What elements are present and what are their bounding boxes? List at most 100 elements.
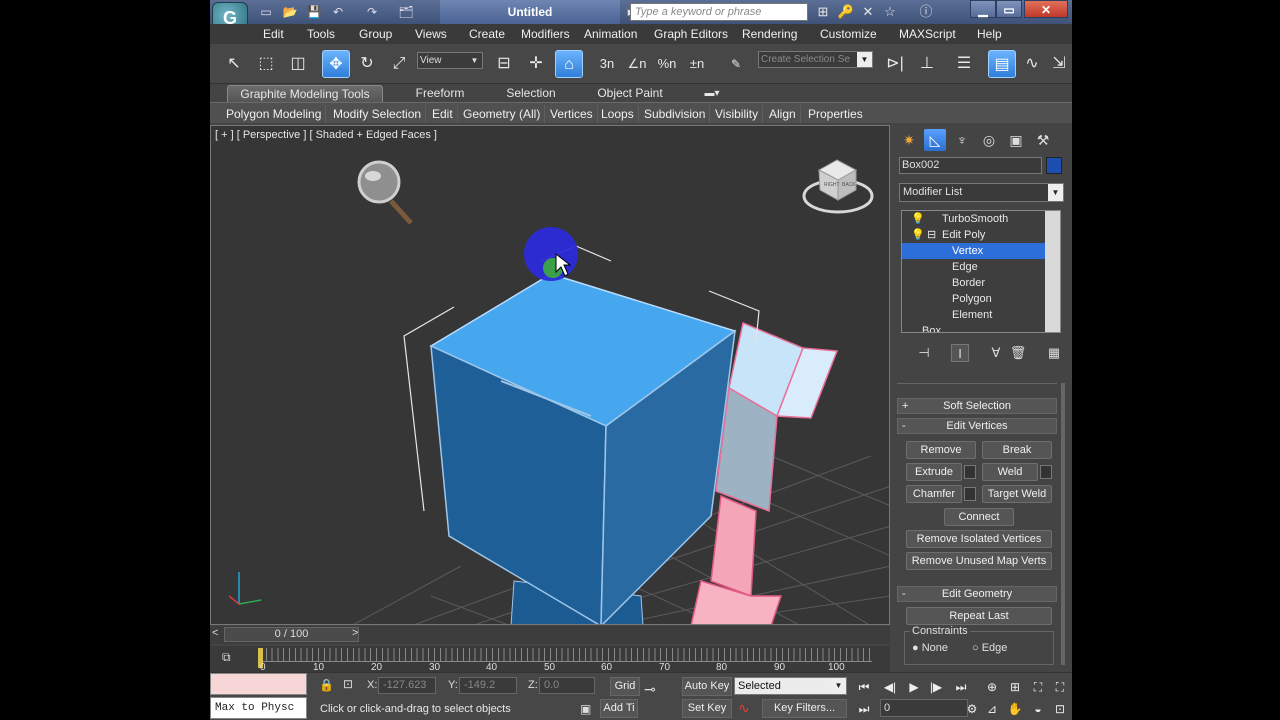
window-crossing-icon[interactable]: ◫ bbox=[284, 50, 312, 78]
viewcube-icon[interactable]: RIGHT BACK bbox=[802, 159, 874, 214]
stack-item-element[interactable]: Element bbox=[902, 307, 1045, 323]
lightbulb-icon[interactable]: 💡 bbox=[911, 211, 925, 227]
menu-help[interactable]: Help bbox=[977, 24, 1002, 44]
save-icon[interactable]: 💾 bbox=[304, 3, 324, 21]
zoom-extents-all-icon[interactable]: ⛶ bbox=[1050, 679, 1070, 695]
field-of-view-icon[interactable]: ⊿ bbox=[982, 701, 1002, 717]
menu-create[interactable]: Create bbox=[469, 24, 505, 44]
auto-key-button[interactable]: Auto Key bbox=[682, 677, 732, 696]
panel-geometry-all[interactable]: Geometry (All) bbox=[459, 105, 546, 123]
menu-edit[interactable]: Edit bbox=[263, 24, 284, 44]
menu-graph-editors[interactable]: Graph Editors bbox=[654, 24, 728, 44]
hierarchy-panel-icon[interactable]: ♆ bbox=[951, 129, 973, 151]
show-end-result-icon[interactable]: I bbox=[951, 344, 969, 362]
close-button[interactable]: ✕ bbox=[1024, 0, 1068, 18]
create-panel-icon[interactable]: ✷ bbox=[898, 129, 920, 151]
key-selection-dropdown[interactable]: Selected ▼ bbox=[734, 677, 847, 695]
collapse-minus-icon[interactable]: ⊟ bbox=[927, 227, 936, 243]
spinner-snap-icon[interactable]: ±n bbox=[683, 50, 711, 78]
mini-curve-editor-icon[interactable]: ⧉ bbox=[222, 650, 231, 665]
menu-tools[interactable]: Tools bbox=[307, 24, 335, 44]
menu-modifiers[interactable]: Modifiers bbox=[521, 24, 570, 44]
pan-hand-icon[interactable]: ✋ bbox=[1005, 701, 1025, 717]
add-time-tag-button[interactable]: Add Ti bbox=[600, 699, 638, 718]
target-weld-button[interactable]: Target Weld bbox=[982, 485, 1052, 503]
scale-tool-icon[interactable]: ⤢ bbox=[385, 50, 413, 78]
time-prev-arrow[interactable]: < bbox=[212, 627, 218, 639]
edit-vertices-rollout[interactable]: - Edit Vertices bbox=[897, 418, 1057, 434]
tab-selection[interactable]: Selection bbox=[492, 85, 570, 102]
maxscript-mini-listener[interactable]: Max to Physc bbox=[210, 697, 307, 719]
panel-properties[interactable]: Properties bbox=[804, 105, 867, 123]
remove-modifier-icon[interactable]: 🗑 bbox=[1009, 344, 1027, 362]
stack-item-vertex[interactable]: Vertex bbox=[902, 243, 1045, 259]
tab-object-paint[interactable]: Object Paint bbox=[582, 85, 678, 102]
layer-manager-icon[interactable]: ☰ bbox=[950, 50, 978, 78]
panel-loops[interactable]: Loops bbox=[597, 105, 639, 123]
tab-graphite-modeling-tools[interactable]: Graphite Modeling Tools bbox=[227, 85, 383, 102]
chamfer-button[interactable]: Chamfer bbox=[906, 485, 962, 503]
go-to-start-icon[interactable]: ⏮ bbox=[854, 679, 874, 695]
new-file-icon[interactable]: ▭ bbox=[256, 3, 276, 21]
time-slider[interactable]: 0 / 100 bbox=[224, 627, 359, 642]
maximize-button[interactable]: ▭ bbox=[996, 0, 1022, 18]
maximize-viewport-icon[interactable]: ⊡ bbox=[1050, 701, 1070, 717]
key-filters-button[interactable]: Key Filters... bbox=[762, 699, 847, 718]
edit-named-selection-icon[interactable]: ✎ bbox=[722, 50, 750, 78]
menu-views[interactable]: Views bbox=[415, 24, 447, 44]
set-key-button[interactable]: Set Key bbox=[682, 699, 732, 718]
move-tool-icon[interactable]: ✥ bbox=[322, 50, 350, 78]
curve-editor-icon[interactable]: ∿ bbox=[1018, 50, 1046, 78]
perspective-viewport[interactable]: [ + ] [ Perspective ] [ Shaded + Edged F… bbox=[210, 125, 890, 625]
break-button[interactable]: Break bbox=[982, 441, 1052, 459]
object-color-swatch[interactable] bbox=[1046, 157, 1062, 174]
stack-scrollbar[interactable] bbox=[1045, 211, 1060, 332]
modify-panel-icon[interactable]: ◺ bbox=[924, 129, 946, 151]
extrude-settings-button[interactable] bbox=[964, 465, 976, 479]
project-folder-icon[interactable]: 🗂 bbox=[396, 3, 416, 21]
stack-item-polygon[interactable]: Polygon bbox=[902, 291, 1045, 307]
zoom-extents-icon[interactable]: ⛶ bbox=[1028, 679, 1048, 695]
current-frame-field[interactable]: 0 bbox=[880, 699, 968, 717]
constraint-none-radio[interactable]: ● None bbox=[912, 642, 948, 654]
help-icon[interactable]: ⓘ bbox=[916, 3, 936, 21]
time-next-arrow[interactable]: > bbox=[352, 627, 358, 639]
previous-frame-icon[interactable]: ◀| bbox=[880, 679, 900, 695]
modifier-list-dropdown[interactable]: Modifier List ▼ bbox=[899, 183, 1064, 202]
remove-button[interactable]: Remove bbox=[906, 441, 976, 459]
select-and-manipulate-icon[interactable]: ✛ bbox=[522, 50, 550, 78]
track-bar[interactable]: ⧉ 0 10 20 30 40 50 60 70 80 90 100 bbox=[210, 646, 890, 673]
weld-settings-button[interactable] bbox=[1040, 465, 1052, 479]
pin-stack-icon[interactable]: ⊣ bbox=[915, 344, 933, 362]
mirror-icon[interactable]: ⊳| bbox=[881, 50, 909, 78]
time-tag-icon[interactable]: ▣ bbox=[580, 702, 591, 716]
align-icon[interactable]: ⊥ bbox=[913, 50, 941, 78]
time-configuration-icon[interactable]: ⚙ bbox=[962, 701, 982, 717]
menu-rendering[interactable]: Rendering bbox=[742, 24, 797, 44]
next-frame-icon[interactable]: |▶ bbox=[926, 679, 946, 695]
remove-isolated-vertices-button[interactable]: Remove Isolated Vertices bbox=[906, 530, 1052, 548]
soft-selection-rollout[interactable]: + Soft Selection bbox=[897, 398, 1057, 414]
stack-item-edit-poly[interactable]: 💡 ⊟ Edit Poly bbox=[902, 227, 1045, 243]
edit-geometry-rollout[interactable]: - Edit Geometry bbox=[897, 586, 1057, 602]
redo-icon[interactable]: ↷ bbox=[362, 3, 382, 21]
orbit-icon[interactable]: ◒ bbox=[1028, 701, 1048, 717]
search-input[interactable]: Type a keyword or phrase bbox=[630, 3, 808, 21]
go-to-end-icon[interactable]: ⏭ bbox=[951, 679, 971, 695]
open-file-icon[interactable]: 📂 bbox=[280, 3, 300, 21]
track-ruler[interactable] bbox=[260, 648, 872, 662]
rotate-tool-icon[interactable]: ↻ bbox=[353, 50, 381, 78]
menu-group[interactable]: Group bbox=[359, 24, 392, 44]
menu-animation[interactable]: Animation bbox=[584, 24, 637, 44]
set-key-mode-icon[interactable]: ⊸ bbox=[644, 681, 656, 698]
percent-snap-icon[interactable]: %n bbox=[653, 50, 681, 78]
utilities-panel-icon[interactable]: ⚒ bbox=[1032, 129, 1054, 151]
named-selection-set-dropdown[interactable]: Create Selection Se ▼ bbox=[758, 51, 873, 68]
y-coordinate-field[interactable]: -149.2 bbox=[459, 677, 517, 694]
panel-polygon-modeling[interactable]: Polygon Modeling bbox=[222, 105, 327, 123]
maxscript-listener-output[interactable] bbox=[210, 673, 307, 695]
undo-icon[interactable]: ↶ bbox=[328, 3, 348, 21]
motion-panel-icon[interactable]: ◎ bbox=[978, 129, 1000, 151]
viewport-scene[interactable]: RIGHT BACK bbox=[211, 126, 890, 625]
menu-maxscript[interactable]: MAXScript bbox=[899, 24, 956, 44]
